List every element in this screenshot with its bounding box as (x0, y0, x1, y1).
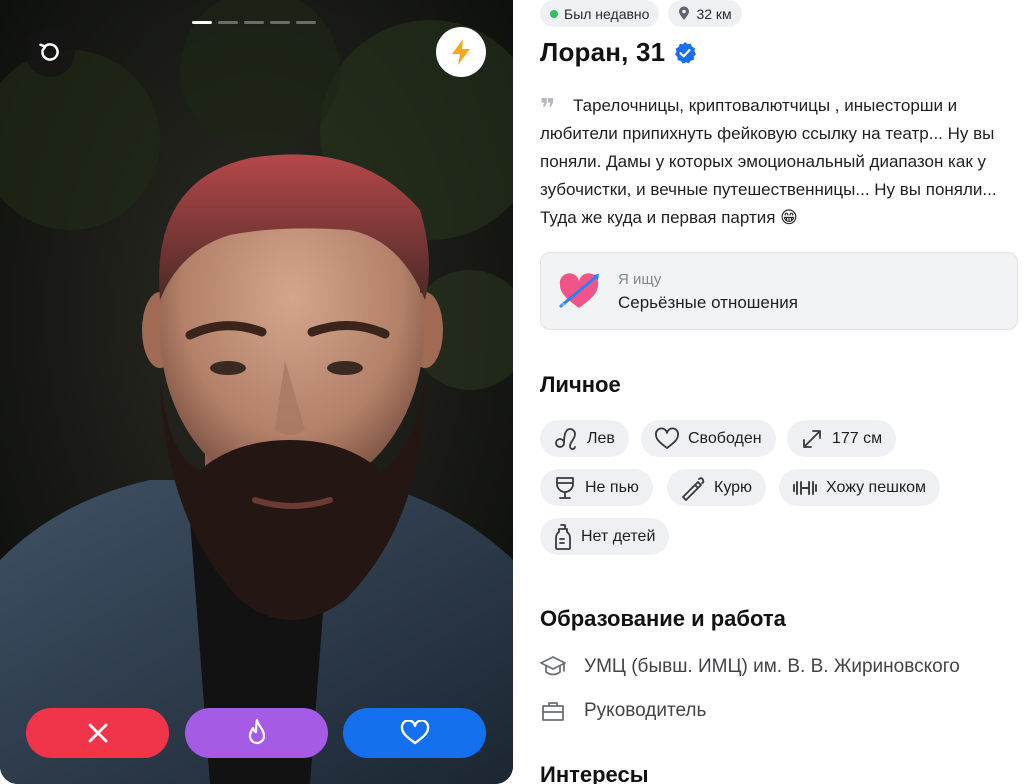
superlike-button[interactable] (185, 708, 328, 758)
work-text: Руководитель (584, 700, 707, 721)
chip-label: 177 см (832, 429, 883, 447)
chip-label: Свободен (688, 429, 762, 447)
photo-progress-segment[interactable] (192, 21, 212, 24)
photo-progress-segment[interactable] (270, 21, 290, 24)
close-icon (88, 723, 107, 743)
photo-progress (192, 21, 316, 24)
chip-label: Курю (714, 478, 753, 496)
education-item: УМЦ (бывш. ИМЦ) им. В. В. Жириновского (540, 655, 960, 679)
photo-progress-segment[interactable] (296, 21, 316, 24)
chip-label: Хожу пешком (826, 478, 927, 496)
looking-for-label: Я ищу (618, 271, 662, 288)
boost-button[interactable] (436, 27, 486, 77)
chip-relationship: Свободен (641, 420, 776, 457)
briefcase-icon (542, 702, 564, 721)
distance-text: 32 км (696, 5, 732, 22)
flame-icon (248, 718, 265, 745)
baby-bottle-icon (555, 523, 571, 550)
undo-button[interactable] (25, 27, 75, 77)
quote-icon: ❞ (540, 93, 556, 123)
chip-zodiac: Лев (540, 420, 629, 457)
online-status-badge: Был недавно (540, 0, 660, 27)
education-section-title: Образование и работа (540, 606, 786, 631)
dislike-button[interactable] (26, 708, 169, 758)
graduation-cap-icon (540, 656, 566, 676)
heart-arrow-icon (559, 273, 599, 308)
work-item: Руководитель (540, 699, 706, 723)
wine-glass-icon (556, 476, 574, 499)
chip-activity: Хожу пешком (779, 469, 941, 506)
profile-panel: Был недавно 32 км Лоран, 31 ❞ Тарелочницы… (540, 0, 1018, 784)
distance-badge: 32 км (668, 0, 742, 27)
chip-children: Нет детей (540, 518, 670, 555)
dumbbell-icon (793, 480, 817, 495)
undo-icon (39, 43, 59, 61)
chip-smoking: Курю (667, 469, 767, 506)
looking-for-value: Серьёзные отношения (618, 293, 798, 312)
cigarette-icon (682, 476, 705, 501)
photo-progress-segment[interactable] (244, 21, 264, 24)
chip-drinking: Не пью (540, 469, 653, 506)
location-pin-icon (679, 6, 690, 20)
chip-label: Лев (587, 429, 615, 447)
profile-name: Лоран, 31 (540, 37, 666, 67)
leo-zodiac-icon (555, 427, 576, 450)
height-arrows-icon (803, 429, 821, 448)
education-text: УМЦ (бывш. ИМЦ) им. В. В. Жириновского (584, 656, 960, 677)
profile-photo (0, 0, 513, 784)
verified-badge-icon (675, 41, 697, 64)
chip-label: Нет детей (581, 527, 656, 545)
lightning-icon (452, 39, 470, 65)
status-row: Был недавно 32 км (540, 0, 742, 27)
chip-label: Не пью (585, 478, 639, 496)
name-row: Лоран, 31 (540, 37, 697, 68)
heart-outline-icon (655, 427, 679, 449)
heart-icon (400, 720, 429, 745)
personal-section-title: Личное (540, 372, 621, 397)
interests-section-title: Интересы (540, 762, 649, 784)
profile-photo-card[interactable] (0, 0, 513, 784)
bio-block: ❞ Тарелочницы, криптовалютчицы , иныестор… (540, 92, 1018, 232)
bio-text: Тарелочницы, криптовалютчицы , иныесторш… (540, 96, 997, 227)
like-button[interactable] (343, 708, 486, 758)
looking-for-card: Я ищу Серьёзные отношения (540, 252, 1018, 330)
chip-height: 177 см (787, 420, 897, 457)
online-dot-icon (550, 9, 558, 18)
photo-progress-segment[interactable] (218, 21, 238, 24)
online-status-text: Был недавно (564, 5, 650, 22)
